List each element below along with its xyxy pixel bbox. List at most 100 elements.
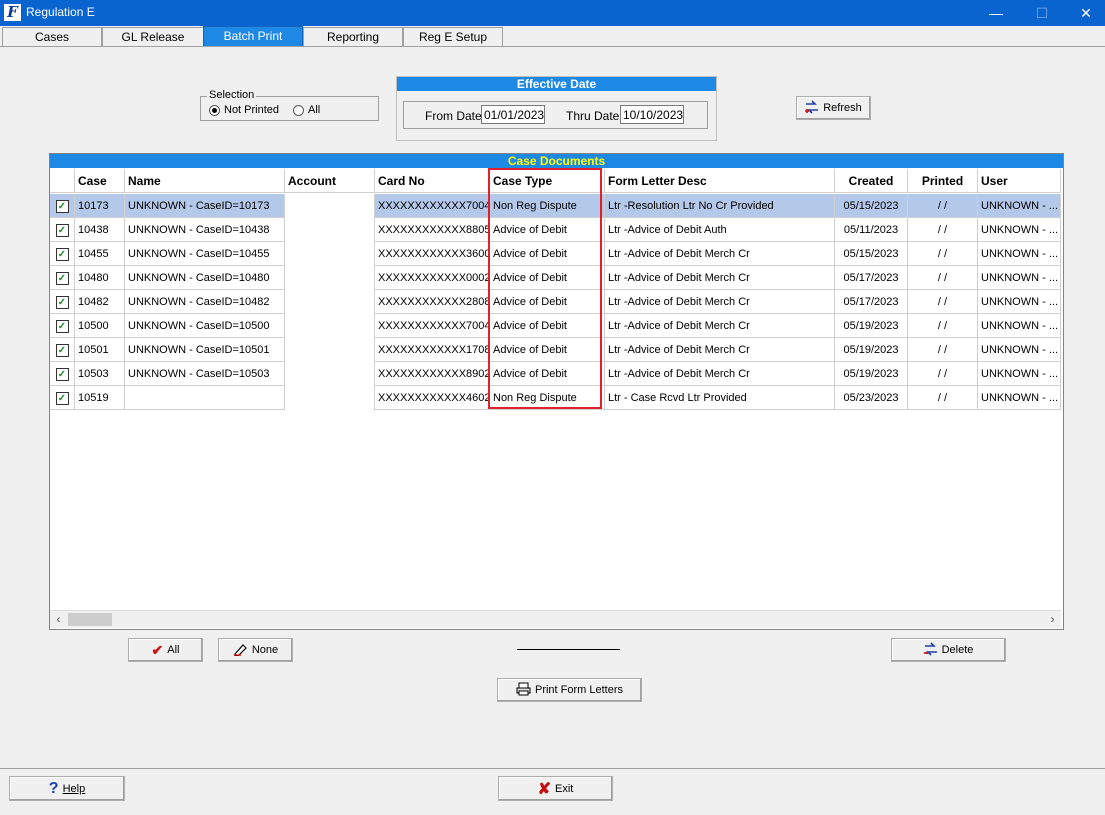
cell-printed: / / [908, 242, 978, 266]
app-logo-icon: F [4, 4, 21, 21]
cell-account [285, 386, 375, 410]
cell-created: 05/17/2023 [835, 290, 908, 314]
cell-created: 05/19/2023 [835, 314, 908, 338]
checkbox-checked-icon[interactable]: ✓ [55, 271, 69, 285]
radio-selected-icon [209, 104, 220, 116]
radio-all-label: All [308, 104, 321, 116]
checkbox-checked-icon[interactable]: ✓ [55, 367, 69, 381]
cell-letter: Ltr -Advice of Debit Auth [605, 218, 835, 242]
maximize-button[interactable]: ☐ [1019, 0, 1065, 26]
tab-batch-print[interactable]: Batch Print [203, 26, 303, 46]
thru-date-label: Thru Date [566, 109, 620, 123]
cell-printed: / / [908, 218, 978, 242]
select-all-button[interactable]: ✔ All [128, 638, 203, 662]
table-row[interactable]: ✓ 10503 UNKNOWN - CaseID=10503 XXXXXXXXXXXX… [50, 362, 1061, 386]
cell-name [125, 386, 285, 410]
refresh-button[interactable]: Refresh [796, 96, 871, 120]
horizontal-scrollbar[interactable]: ‹ › [50, 610, 1061, 628]
tab-gl-release[interactable]: GL Release [102, 27, 204, 46]
table-row[interactable]: ✓ 10455 UNKNOWN - CaseID=10455 XXXXXXXXXXXX… [50, 242, 1061, 266]
table-row[interactable]: ✓ 10519 XXXXXXXXXXXX4602 Non Reg Dispute Ltr… [50, 386, 1061, 410]
close-button[interactable]: ✕ [1063, 0, 1105, 26]
cell-case: 10501 [75, 338, 125, 362]
radio-all[interactable]: All [293, 104, 320, 116]
col-header-card-no[interactable]: Card No [375, 169, 490, 193]
cell-user: UNKNOWN - ... [978, 362, 1061, 386]
cell-name: UNKNOWN - CaseID=10455 [125, 242, 285, 266]
row-checkbox-cell[interactable]: ✓ [50, 218, 75, 242]
tab-reporting[interactable]: Reporting [303, 27, 403, 46]
help-label: Help [62, 782, 86, 795]
scroll-left-icon[interactable]: ‹ [50, 611, 67, 628]
tab-reg-e-setup[interactable]: Reg E Setup [403, 27, 503, 46]
cell-created: 05/11/2023 [835, 218, 908, 242]
checkbox-checked-icon[interactable]: ✓ [55, 319, 69, 333]
select-none-button[interactable]: None [218, 638, 293, 662]
col-header-case[interactable]: Case [75, 169, 125, 193]
row-checkbox-cell[interactable]: ✓ [50, 338, 75, 362]
case-documents-grid[interactable]: Case Documents Case Name Account Card No… [49, 153, 1064, 630]
row-checkbox-cell[interactable]: ✓ [50, 242, 75, 266]
checkmark-icon: ✔ [151, 641, 164, 658]
cell-created: 05/17/2023 [835, 266, 908, 290]
col-header-case-type[interactable]: Case Type [490, 169, 605, 193]
col-header-created[interactable]: Created [835, 169, 908, 193]
row-checkbox-cell[interactable]: ✓ [50, 290, 75, 314]
row-checkbox-cell[interactable]: ✓ [50, 194, 75, 218]
col-header-name[interactable]: Name [125, 169, 285, 193]
checkbox-checked-icon[interactable]: ✓ [55, 343, 69, 357]
row-checkbox-cell[interactable]: ✓ [50, 362, 75, 386]
cell-name: UNKNOWN - CaseID=10482 [125, 290, 285, 314]
row-checkbox-cell[interactable]: ✓ [50, 266, 75, 290]
col-header-printed[interactable]: Printed [908, 169, 978, 193]
cell-type: Advice of Debit [490, 242, 605, 266]
cell-letter: Ltr -Advice of Debit Merch Cr [605, 362, 835, 386]
exit-button[interactable]: ✘ Exit [498, 776, 613, 801]
col-header-user[interactable]: User [978, 169, 1061, 193]
cell-case: 10455 [75, 242, 125, 266]
checkbox-checked-icon[interactable]: ✓ [55, 247, 69, 261]
row-checkbox-cell[interactable]: ✓ [50, 314, 75, 338]
col-header-form-letter-desc[interactable]: Form Letter Desc [605, 169, 835, 193]
help-button[interactable]: ? Help [9, 776, 125, 801]
cell-case: 10500 [75, 314, 125, 338]
minimize-button[interactable]: — [973, 0, 1019, 26]
print-form-letters-button[interactable]: Print Form Letters [497, 678, 642, 702]
cell-letter: Ltr -Advice of Debit Merch Cr [605, 290, 835, 314]
table-row[interactable]: ✓ 10173 UNKNOWN - CaseID=10173 XXXXXXXXXXXX… [50, 194, 1061, 218]
cell-user: UNKNOWN - ... [978, 338, 1061, 362]
checkbox-checked-icon[interactable]: ✓ [55, 199, 69, 213]
radio-not-printed[interactable]: Not Printed [209, 104, 279, 116]
checkbox-checked-icon[interactable]: ✓ [55, 223, 69, 237]
thru-date-input[interactable]: 10/10/2023 [620, 105, 684, 124]
from-date-input[interactable]: 01/01/2023 [481, 105, 545, 124]
col-header-account[interactable]: Account [285, 169, 375, 193]
cell-account [285, 194, 375, 218]
table-row[interactable]: ✓ 10438 UNKNOWN - CaseID=10438 XXXXXXXXXXXX… [50, 218, 1061, 242]
cell-case: 10438 [75, 218, 125, 242]
checkbox-checked-icon[interactable]: ✓ [55, 391, 69, 405]
cell-printed: / / [908, 338, 978, 362]
title-bar: F Regulation E — ☐ ✕ [0, 0, 1105, 26]
table-row[interactable]: ✓ 10482 UNKNOWN - CaseID=10482 XXXXXXXXXXXX… [50, 290, 1061, 314]
date-range-box: From Date 01/01/2023 Thru Date 10/10/202… [403, 101, 708, 129]
cell-letter: Ltr -Advice of Debit Merch Cr [605, 266, 835, 290]
table-row[interactable]: ✓ 10501 UNKNOWN - CaseID=10501 XXXXXXXXXXXX… [50, 338, 1061, 362]
row-checkbox-cell[interactable]: ✓ [50, 386, 75, 410]
cell-case: 10519 [75, 386, 125, 410]
effective-date-group: Effective Date From Date 01/01/2023 Thru… [396, 76, 717, 141]
grid-title: Case Documents [50, 154, 1063, 168]
checkbox-checked-icon[interactable]: ✓ [55, 295, 69, 309]
cell-user: UNKNOWN - ... [978, 218, 1061, 242]
delete-button[interactable]: Delete [891, 638, 1006, 662]
cell-card: XXXXXXXXXXXX3600 [375, 242, 490, 266]
tab-cases[interactable]: Cases [2, 27, 102, 46]
scroll-right-icon[interactable]: › [1044, 611, 1061, 628]
cell-letter: Ltr -Advice of Debit Merch Cr [605, 338, 835, 362]
scroll-thumb[interactable] [68, 613, 112, 626]
table-row[interactable]: ✓ 10480 UNKNOWN - CaseID=10480 XXXXXXXXXXXX… [50, 266, 1061, 290]
table-row[interactable]: ✓ 10500 UNKNOWN - CaseID=10500 XXXXXXXXXXXX… [50, 314, 1061, 338]
refresh-label: Refresh [823, 102, 862, 114]
cell-account [285, 338, 375, 362]
delete-icon [923, 641, 938, 659]
